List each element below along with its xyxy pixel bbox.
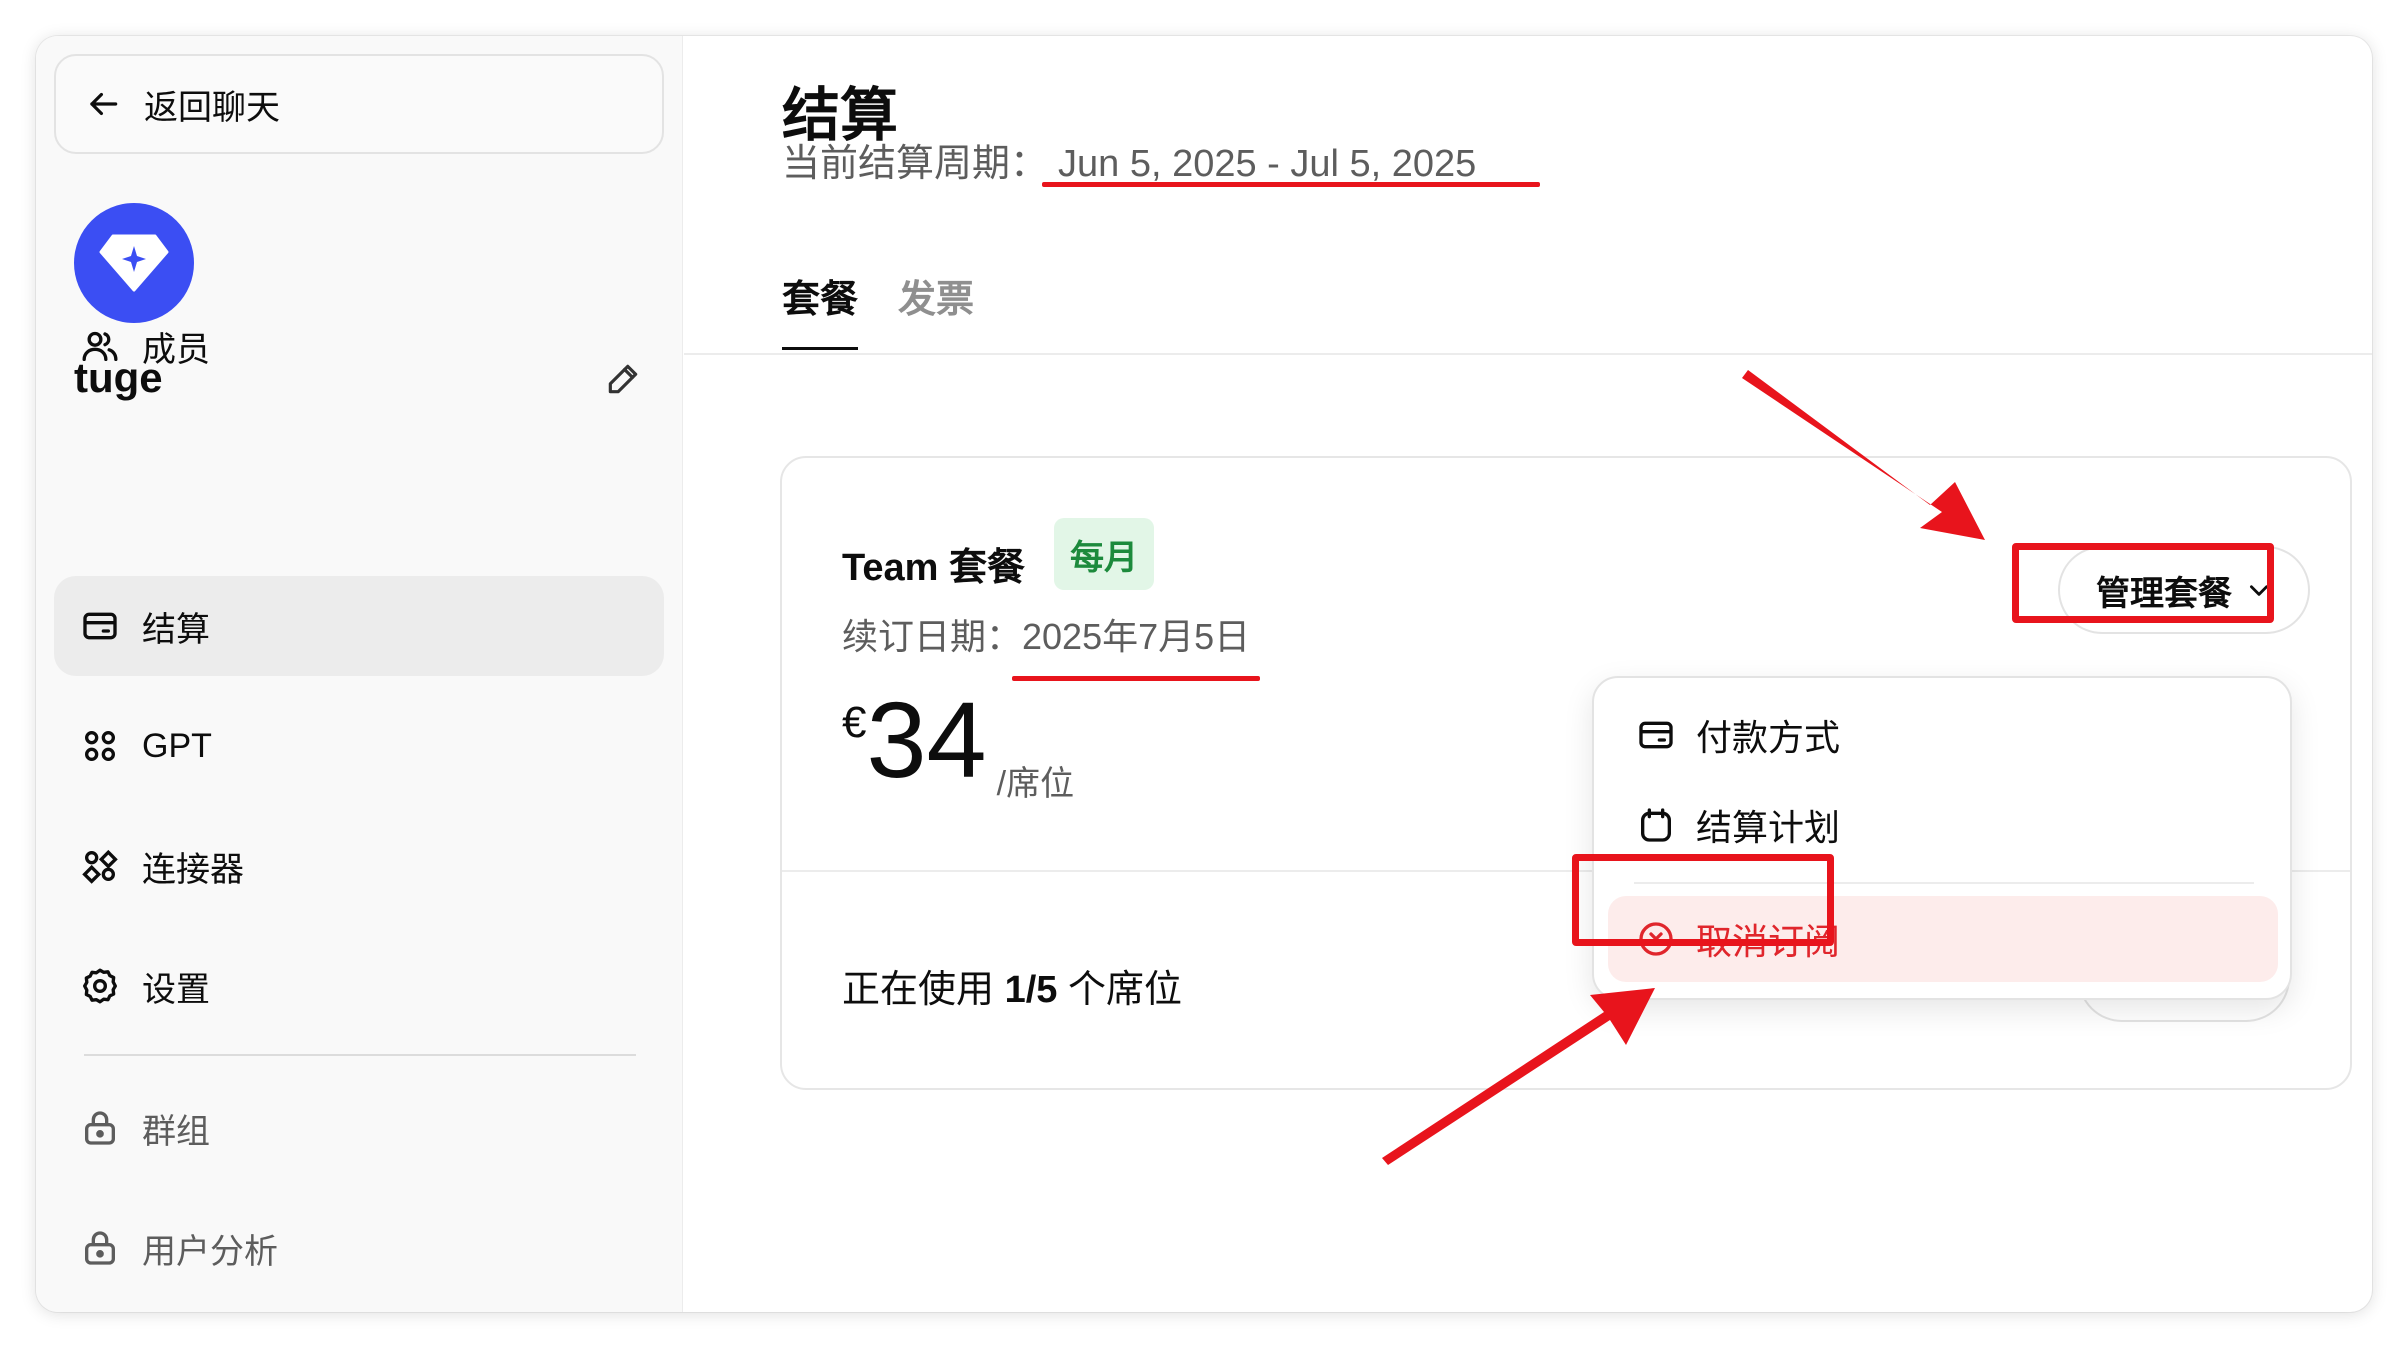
manage-plan-button[interactable]: 管理套餐 bbox=[2058, 546, 2310, 634]
settings-window: 返回聊天 tuge 成员 结算 GPT 连接器 设置 群组 用户分析 结算 当前… bbox=[36, 36, 2372, 1312]
sidebar-item-members[interactable]: 成员 bbox=[54, 296, 664, 396]
billing-period: 当前结算周期： Jun 5, 2025 - Jul 5, 2025 bbox=[782, 132, 1476, 187]
lock-icon bbox=[85, 1231, 115, 1265]
users-icon bbox=[82, 331, 118, 361]
price-amount: 34 bbox=[866, 679, 987, 800]
gear-icon bbox=[83, 968, 118, 1004]
menu-item-cancel-subscription[interactable]: 取消订阅 bbox=[1608, 896, 2278, 982]
menu-item-label: 付款方式 bbox=[1696, 717, 1841, 758]
arrow-left-icon bbox=[90, 92, 118, 116]
sidebar-item-label: 结算 bbox=[142, 610, 210, 649]
sidebar-item-label: GPT bbox=[142, 726, 212, 765]
sidebar-item-label: 连接器 bbox=[142, 850, 244, 889]
billing-period-dates: Jun 5, 2025 - Jul 5, 2025 bbox=[1058, 143, 1477, 185]
price-unit: /席位 bbox=[996, 765, 1075, 803]
price-currency: € bbox=[842, 698, 867, 747]
plan-name: Team 套餐 bbox=[842, 547, 1026, 589]
lock-icon bbox=[85, 1111, 115, 1145]
sidebar-item-label: 用户分析 bbox=[142, 1232, 278, 1271]
renewal-date-value: 2025年7月5日 bbox=[1022, 616, 1251, 657]
x-circle-icon bbox=[1639, 922, 1673, 956]
sidebar-item-connectors[interactable]: 连接器 bbox=[54, 816, 664, 916]
menu-item-payment-method[interactable]: 付款方式 bbox=[1608, 692, 2278, 778]
sidebar-item-label: 设置 bbox=[142, 970, 210, 1009]
sidebar-item-label: 成员 bbox=[142, 330, 210, 369]
seats-suffix: 个席位 bbox=[1057, 969, 1182, 1011]
tab-invoices[interactable]: 发票 bbox=[898, 268, 974, 350]
seats-count: 1/5 bbox=[1004, 969, 1058, 1011]
sidebar-item-gpt[interactable]: GPT bbox=[54, 696, 664, 796]
menu-item-billing-plan[interactable]: 结算计划 bbox=[1608, 782, 2278, 868]
calendar-icon bbox=[1641, 808, 1671, 842]
sidebar: 返回聊天 tuge 成员 结算 GPT 连接器 设置 群组 用户分析 bbox=[36, 36, 683, 1312]
billing-frequency-badge: 每月 bbox=[1054, 518, 1154, 590]
renewal-label: 续订日期： bbox=[842, 616, 1023, 657]
back-to-chat-label: 返回聊天 bbox=[144, 88, 280, 127]
manage-plan-dropdown: 付款方式 结算计划 取消订阅 bbox=[1592, 676, 2292, 1000]
sidebar-item-settings[interactable]: 设置 bbox=[54, 936, 664, 1036]
price: € 34 /席位 bbox=[842, 679, 1075, 805]
billing-tabs: 套餐 发票 bbox=[782, 268, 974, 350]
seats-prefix: 正在使用 bbox=[842, 969, 1005, 1011]
billing-period-label: 当前结算周期： bbox=[782, 143, 1049, 185]
billing-main: 结算 当前结算周期： Jun 5, 2025 - Jul 5, 2025 套餐 发… bbox=[684, 36, 2372, 1312]
tab-plan[interactable]: 套餐 bbox=[782, 268, 859, 350]
connectors-icon bbox=[82, 849, 118, 884]
manage-plan-label: 管理套餐 bbox=[2096, 574, 2232, 613]
sidebar-divider bbox=[84, 1054, 636, 1056]
sidebar-item-label: 群组 bbox=[142, 1112, 210, 1151]
menu-divider bbox=[1634, 882, 2254, 884]
tabs-divider bbox=[684, 353, 2372, 355]
menu-item-label: 结算计划 bbox=[1696, 807, 1841, 848]
sidebar-item-user-analytics[interactable]: 用户分析 bbox=[54, 1198, 664, 1298]
renewal-date: 续订日期：2025年7月5日 bbox=[842, 608, 1250, 660]
sidebar-item-billing[interactable]: 结算 bbox=[54, 576, 664, 676]
seats-usage: 正在使用 1/5 个席位 bbox=[842, 958, 1182, 1013]
diamond-icon bbox=[99, 234, 169, 292]
menu-item-label: 取消订阅 bbox=[1696, 921, 1841, 962]
grid-circles-icon bbox=[85, 731, 116, 761]
annotation-underline-renewal bbox=[1012, 676, 1260, 681]
back-to-chat-button[interactable]: 返回聊天 bbox=[54, 54, 664, 154]
credit-card-icon bbox=[1639, 721, 1673, 749]
credit-card-icon bbox=[83, 612, 117, 640]
chevron-down-icon bbox=[2250, 585, 2268, 596]
annotation-underline-period bbox=[1042, 182, 1540, 187]
sidebar-item-groups[interactable]: 群组 bbox=[54, 1078, 664, 1178]
